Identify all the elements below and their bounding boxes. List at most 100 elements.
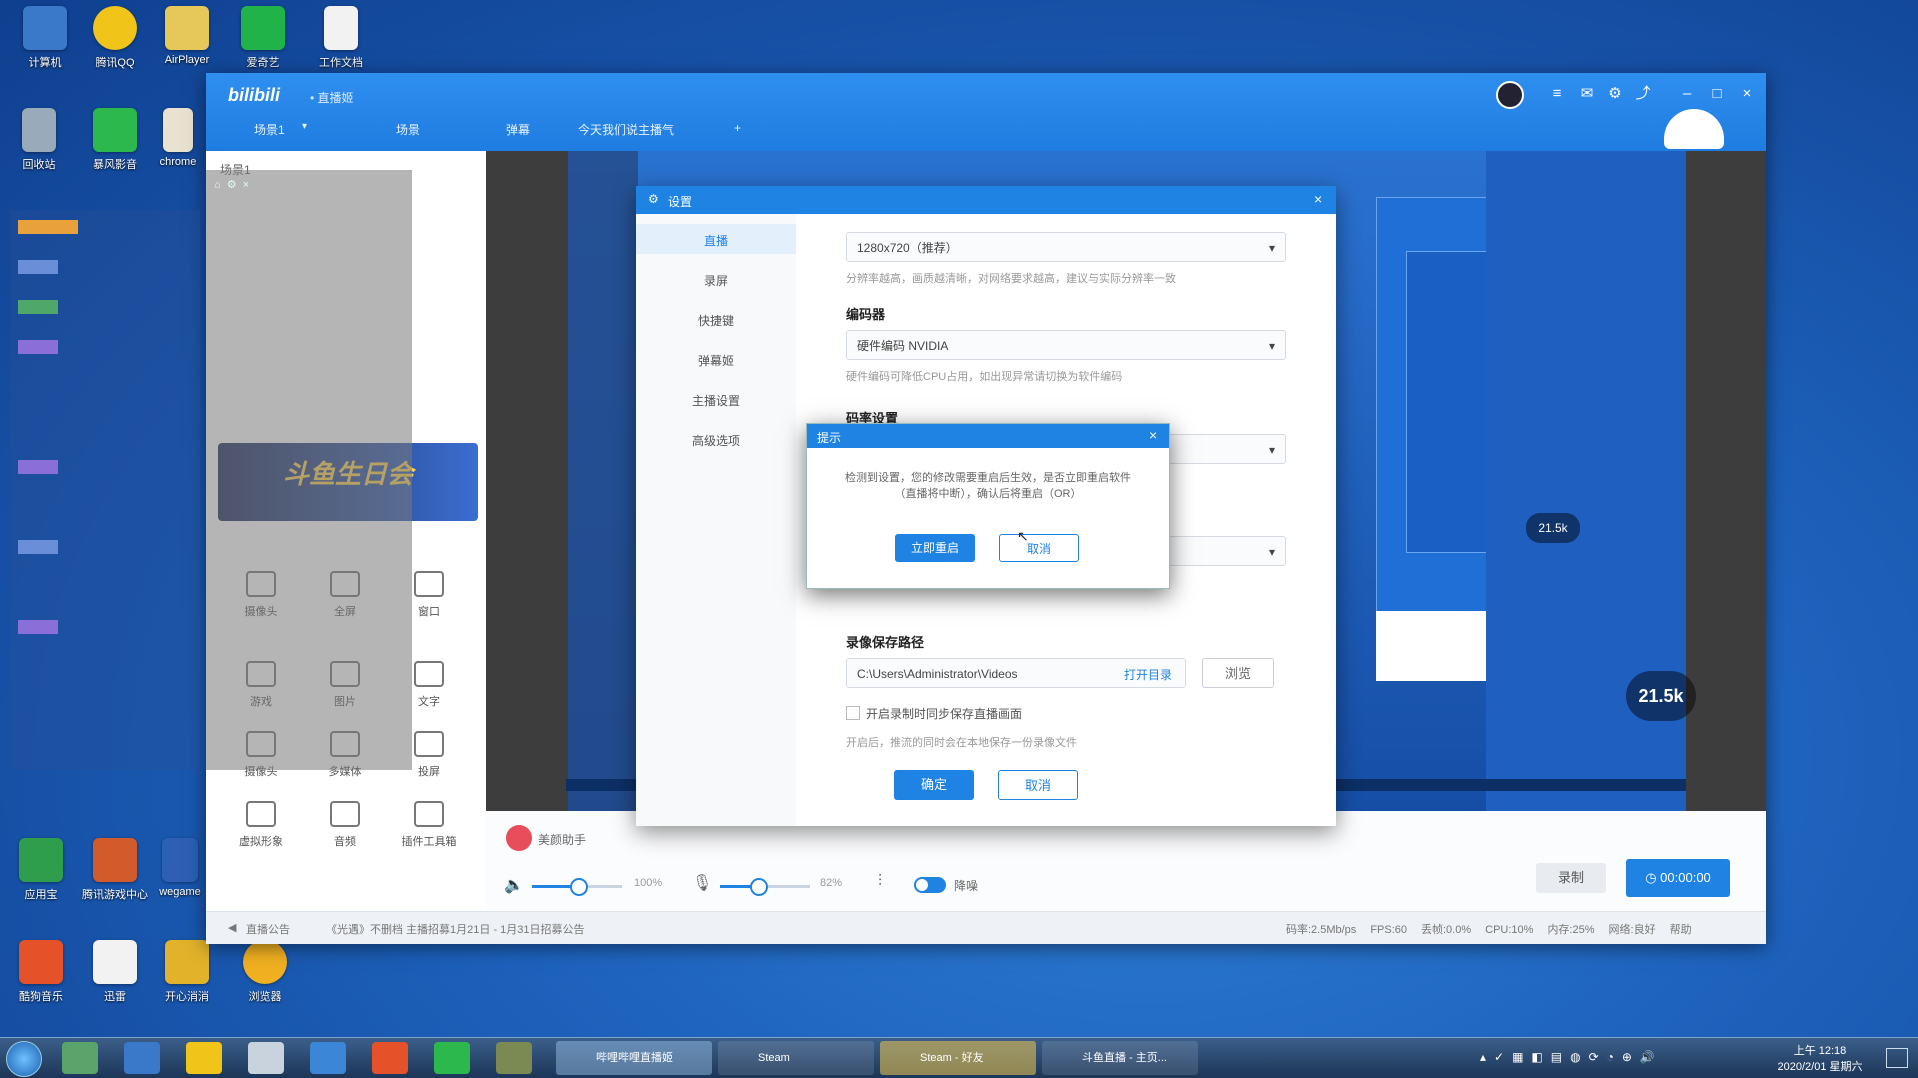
- minimize-button[interactable]: –: [1676, 83, 1698, 105]
- taskbar-button-bilibili[interactable]: 哔哩哔哩直播姬: [556, 1041, 712, 1075]
- source-button[interactable]: 虚拟形象: [226, 801, 296, 849]
- settings-nav-host[interactable]: 主播设置: [636, 392, 796, 409]
- desktop-icon-computer[interactable]: 计算机: [10, 6, 80, 70]
- mic-volume-slider[interactable]: [720, 878, 810, 896]
- desktop-icon-kugou[interactable]: 酷狗音乐: [6, 940, 76, 1004]
- tab-danmaku[interactable]: 弹幕: [506, 121, 530, 138]
- beauty-label[interactable]: 美颜助手: [538, 831, 586, 848]
- settings-ok-button[interactable]: 确定: [894, 770, 974, 800]
- settings-icon[interactable]: ⚙: [227, 179, 237, 191]
- desktop-icon-game[interactable]: 开心消消: [152, 940, 222, 1004]
- chat-badge: [18, 220, 78, 234]
- speaker-volume-knob[interactable]: [570, 878, 588, 896]
- settings-close-icon[interactable]: ×: [1314, 191, 1322, 207]
- desktop-icon-player[interactable]: 暴风影音: [80, 108, 150, 172]
- taskbar-pin-explorer[interactable]: [124, 1042, 160, 1074]
- start-live-button[interactable]: ◷ 00:00:00: [1626, 859, 1730, 897]
- browse-button[interactable]: 浏览: [1202, 658, 1274, 688]
- desktop-icon-recycle-bin[interactable]: 回收站: [4, 108, 74, 172]
- taskbar-pin-qq[interactable]: [186, 1042, 222, 1074]
- source-button[interactable]: 音频: [310, 801, 380, 849]
- microphone-icon[interactable]: 🎙: [692, 873, 712, 893]
- maximize-button[interactable]: □: [1706, 83, 1728, 105]
- denoise-label: 降噪: [954, 879, 979, 893]
- desktop-icon-airplayer[interactable]: AirPlayer: [152, 6, 222, 66]
- stats-group: 码率:2.5Mb/ps FPS:60 丢帧:0.0% CPU:10% 内存:25% 网络:…: [1286, 921, 1706, 937]
- taskbar: 哔哩哔哩直播姬 Steam Steam - 好友 斗鱼直播 - 主页... ▴✓…: [0, 1037, 1918, 1078]
- desktop-icon-browser[interactable]: 浏览器: [230, 940, 300, 1004]
- taskbar-button-steam[interactable]: Steam: [718, 1041, 874, 1075]
- sync-record-checkbox[interactable]: [846, 706, 860, 720]
- tray-icons[interactable]: ▴✓▦◧▤◍⟳◔⊕🔊: [1480, 1050, 1663, 1064]
- settings-nav-live[interactable]: 直播: [636, 232, 796, 249]
- control-bar: 美颜助手 🔈 100% 🎙 82% ⫶ 降噪 录制 ◷ 00:00:00: [486, 811, 1766, 911]
- open-folder-link[interactable]: 打开目录: [1124, 666, 1172, 683]
- chat-list: [10, 210, 200, 770]
- taskbar-pin-app1[interactable]: [62, 1042, 98, 1074]
- desktop-icon-chrome[interactable]: chrome: [150, 108, 206, 168]
- resolution-select[interactable]: 1280x720（推荐） ▾: [846, 232, 1286, 262]
- plugin-icon: [414, 801, 444, 827]
- gear-icon[interactable]: ⚙: [1604, 83, 1626, 105]
- settings-nav-advanced[interactable]: 高级选项: [636, 432, 796, 449]
- close-button[interactable]: ×: [1736, 83, 1758, 105]
- settings-nav-hotkeys[interactable]: 快捷键: [636, 312, 796, 329]
- record-button[interactable]: 录制: [1536, 863, 1606, 893]
- chevron-down-icon: ▾: [1268, 241, 1275, 255]
- taskbar-pin-chrome[interactable]: [248, 1042, 284, 1074]
- desktop-icon-app-store[interactable]: 应用宝: [6, 838, 76, 902]
- taskbar-pin-music[interactable]: [372, 1042, 408, 1074]
- tab-scene1[interactable]: 场景1: [254, 121, 285, 138]
- menu-icon[interactable]: ≡: [1546, 83, 1568, 105]
- tab-scene[interactable]: 场景: [396, 121, 420, 138]
- settings-nav: 直播 录屏 快捷键 弹幕姬 主播设置 高级选项: [636, 214, 796, 826]
- settings-nav-record[interactable]: 录屏: [636, 272, 796, 289]
- taskbar-button-steam-friends[interactable]: Steam - 好友: [880, 1041, 1036, 1075]
- desktop-icon-qq[interactable]: 腾讯QQ: [80, 6, 150, 70]
- desktop-icon-wegame[interactable]: wegame: [150, 838, 210, 898]
- avatar[interactable]: [1496, 81, 1524, 109]
- tab-topic[interactable]: 今天我们说主播气: [578, 121, 674, 138]
- play-icon: [93, 108, 137, 152]
- stat-item: FPS:60: [1370, 924, 1407, 936]
- app-logo: bilibili: [228, 85, 280, 105]
- tab-add[interactable]: +: [734, 121, 741, 135]
- share-icon[interactable]: ⤴: [1632, 83, 1654, 105]
- settings-cancel-button[interactable]: 取消: [998, 770, 1078, 800]
- taskbar-button-douyu[interactable]: 斗鱼直播 - 主页...: [1042, 1041, 1198, 1075]
- settings-nav-danmaku[interactable]: 弹幕姬: [636, 352, 796, 369]
- prompt-confirm-button[interactable]: 立即重启: [895, 534, 975, 562]
- sync-record-label: 开启录制时同步保存直播画面: [866, 707, 1023, 721]
- speaker-volume-slider[interactable]: [532, 878, 622, 896]
- taskbar-pin-app2[interactable]: [310, 1042, 346, 1074]
- mic-volume-knob[interactable]: [750, 878, 768, 896]
- encoder-select[interactable]: 硬件编码 NVIDIA ▾: [846, 330, 1286, 360]
- close-overlay-icon[interactable]: ×: [243, 179, 249, 191]
- desktop-icon-player2[interactable]: 迅雷: [80, 940, 150, 1004]
- stat-item[interactable]: 帮助: [1670, 924, 1692, 936]
- start-button[interactable]: [6, 1041, 42, 1077]
- notice-label[interactable]: 直播公告: [246, 921, 290, 937]
- desktop-icon-game-center[interactable]: 腾讯游戏中心: [80, 838, 150, 902]
- taskbar-pin-player[interactable]: [434, 1042, 470, 1074]
- desktop-icon-document[interactable]: 工作文档: [306, 6, 376, 70]
- show-desktop-button[interactable]: [1886, 1048, 1908, 1068]
- message-icon[interactable]: ✉: [1576, 83, 1598, 105]
- clock[interactable]: 上午 12:18 2020/2/01 星期六: [1770, 1042, 1870, 1074]
- clock-time: 上午 12:18: [1793, 1045, 1847, 1057]
- beauty-icon[interactable]: [506, 825, 532, 851]
- chevron-down-icon: ▾: [1268, 443, 1275, 457]
- source-button[interactable]: 插件工具箱: [394, 801, 464, 849]
- desktop-icon-iqiyi[interactable]: 爱奇艺: [228, 6, 298, 70]
- notice-text[interactable]: 《光遇》不删档 主播招募1月21日 - 1月31日招募公告: [326, 921, 585, 937]
- chevron-down-icon[interactable]: ▾: [302, 121, 307, 132]
- home-icon[interactable]: ⌂: [214, 179, 221, 191]
- chevron-down-icon: ▾: [1268, 339, 1275, 353]
- speaker-icon[interactable]: 🔈: [504, 875, 524, 895]
- prompt-cancel-button[interactable]: 取消: [999, 534, 1079, 562]
- taskbar-pin-game[interactable]: [496, 1042, 532, 1074]
- denoise-toggle[interactable]: [914, 877, 946, 893]
- prompt-close-icon[interactable]: ×: [1149, 427, 1157, 443]
- mixer-icon[interactable]: ⫶: [878, 873, 882, 891]
- restart-prompt-dialog: 提示 × 检测到设置，您的修改需要重启后生效，是否立即重启软件（直播将中断），确…: [806, 423, 1170, 589]
